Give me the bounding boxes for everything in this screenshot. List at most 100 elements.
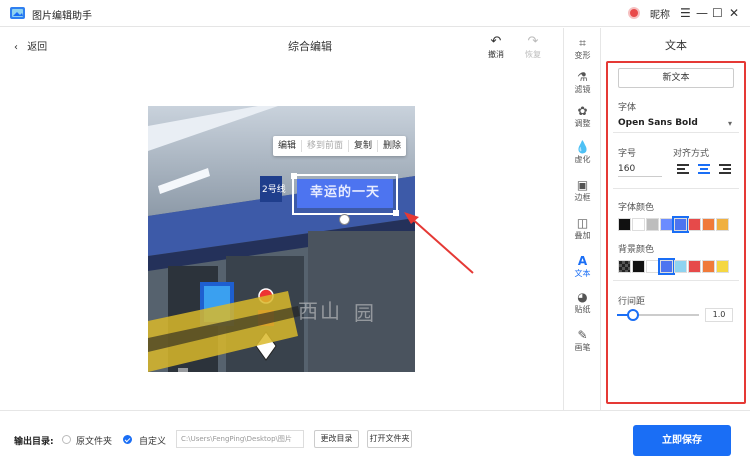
line-spacing-input[interactable]: 1.0: [705, 308, 733, 322]
font-color-swatches: [618, 216, 729, 233]
line-spacing-label: 行间距: [618, 297, 646, 307]
text-settings-panel: 文本 新文本 字体 Open Sans Bold ▾ 字号 对齐方式 160 字…: [600, 28, 750, 410]
back-button[interactable]: ‹ 返回: [14, 38, 47, 53]
back-label: 返回: [27, 42, 48, 53]
panel-title: 文本: [665, 39, 687, 52]
tool-label: 叠加: [574, 231, 591, 240]
border-icon: ▣: [576, 178, 589, 192]
font-size-input[interactable]: 160: [618, 164, 662, 177]
svg-text:园: 园: [354, 301, 374, 325]
font-color-swatch[interactable]: [702, 218, 715, 231]
text-overlay[interactable]: 幸运的一天: [297, 179, 393, 208]
tool-sticker[interactable]: ◕ 贴纸: [564, 290, 601, 315]
radio-original-folder[interactable]: [62, 435, 71, 444]
bg-color-swatch[interactable]: [658, 258, 675, 275]
text-context-menu: 编辑 移到前面 复制 删除: [273, 136, 407, 156]
change-dir-button[interactable]: 更改目录: [314, 430, 359, 448]
sticker-icon: ◕: [577, 290, 588, 304]
save-now-button[interactable]: 立即保存: [633, 425, 731, 456]
crop-icon: ⌗: [579, 36, 586, 50]
tool-label: 滤镜: [574, 85, 591, 94]
tool-blur[interactable]: 💧 虚化: [564, 140, 601, 165]
tool-filter[interactable]: ⚗ 滤镜: [564, 70, 601, 95]
tool-border[interactable]: ▣ 边框: [564, 178, 601, 203]
font-color-swatch[interactable]: [716, 218, 729, 231]
font-label: 字体: [618, 103, 637, 113]
maximize-button[interactable]: ☐: [712, 4, 723, 22]
bg-color-swatch[interactable]: [688, 260, 701, 273]
line-sign: 2号线: [262, 183, 286, 195]
bring-front-button[interactable]: 移到前面: [302, 140, 350, 152]
radio-custom-folder[interactable]: [123, 435, 132, 444]
text-overlay-box[interactable]: 幸运的一天: [292, 174, 398, 215]
bg-color-label: 背景颜色: [618, 245, 655, 255]
undo-button[interactable]: ↶ 撤消: [481, 35, 511, 60]
menu-icon[interactable]: ☰: [680, 4, 691, 22]
svg-text:西: 西: [298, 299, 318, 323]
bg-color-swatch[interactable]: [632, 260, 645, 273]
bg-color-swatch[interactable]: [716, 260, 729, 273]
radio-custom-label[interactable]: 自定义: [139, 434, 166, 447]
app-title: 图片编辑助手: [32, 11, 92, 22]
bottom-bar: 输出目录: 原文件夹 自定义 C:\Users\FengPing\Desktop…: [0, 410, 750, 465]
open-folder-button[interactable]: 打开文件夹: [367, 430, 412, 448]
redo-icon: ↷: [527, 34, 539, 49]
tool-label: 边框: [574, 193, 591, 202]
font-color-swatch[interactable]: [688, 218, 701, 231]
delete-button[interactable]: 删除: [378, 140, 406, 152]
bg-color-swatch[interactable]: [702, 260, 715, 273]
annotation-arrow: [404, 212, 474, 274]
font-color-swatch[interactable]: [646, 218, 659, 231]
font-color-label: 字体颜色: [618, 203, 655, 213]
title-bar: 图片编辑助手 昵称 ☰ — ☐ ✕: [0, 0, 750, 27]
chevron-down-icon[interactable]: ▾: [728, 119, 732, 128]
align-center-icon[interactable]: [698, 162, 712, 176]
edit-text-button[interactable]: 编辑: [273, 140, 303, 152]
resize-handle-top-left[interactable]: [291, 173, 297, 179]
overlay-icon: ◫: [576, 216, 589, 230]
tool-label: 虚化: [574, 155, 591, 164]
font-color-swatch[interactable]: [618, 218, 631, 231]
align-label: 对齐方式: [673, 149, 710, 159]
font-select[interactable]: Open Sans Bold: [618, 118, 735, 128]
tool-label: 画笔: [574, 343, 591, 352]
bg-color-swatch[interactable]: [674, 260, 687, 273]
new-text-button[interactable]: 新文本: [618, 68, 734, 88]
tool-label: 贴纸: [574, 305, 591, 314]
tool-transform[interactable]: ⌗ 变形: [564, 36, 601, 61]
tool-overlay[interactable]: ◫ 叠加: [564, 216, 601, 241]
bg-color-swatch[interactable]: [646, 260, 659, 273]
bg-color-swatches: [618, 258, 729, 275]
user-name[interactable]: 昵称: [650, 6, 670, 21]
output-path-input[interactable]: C:\Users\FengPing\Desktop\图片: [176, 430, 304, 448]
copy-button[interactable]: 复制: [349, 140, 379, 152]
size-label: 字号: [618, 149, 637, 159]
tool-label: 调整: [574, 119, 591, 128]
adjust-icon: ✿: [577, 104, 588, 118]
align-left-icon[interactable]: [677, 162, 691, 176]
svg-text:山: 山: [320, 299, 340, 323]
blur-icon: 💧: [575, 140, 590, 154]
resize-handle-bottom-right[interactable]: [393, 210, 399, 216]
font-color-swatch[interactable]: [672, 216, 689, 233]
font-color-swatch[interactable]: [660, 218, 673, 231]
avatar[interactable]: [628, 7, 640, 19]
close-button[interactable]: ✕: [729, 4, 739, 22]
tool-brush[interactable]: ✎ 画笔: [564, 328, 601, 353]
bg-color-swatch[interactable]: [618, 260, 631, 273]
tool-text[interactable]: A 文本: [564, 254, 601, 279]
output-dir-label: 输出目录:: [14, 437, 54, 447]
filter-icon: ⚗: [577, 70, 588, 84]
redo-button[interactable]: ↷ 恢复: [518, 35, 548, 60]
radio-original-label[interactable]: 原文件夹: [76, 434, 112, 447]
font-color-swatch[interactable]: [632, 218, 645, 231]
redo-label: 恢复: [525, 50, 541, 59]
rotate-handle[interactable]: [339, 214, 350, 225]
tool-column: ⌗ 变形 ⚗ 滤镜 ✿ 调整 💧 虚化 ▣ 边框 ◫ 叠加 A 文本 ◕ 贴纸 …: [563, 28, 600, 410]
app-logo-icon: [10, 7, 25, 19]
minimize-button[interactable]: —: [696, 4, 708, 22]
tool-label: 文本: [574, 269, 591, 278]
align-right-icon[interactable]: [719, 162, 733, 176]
tool-adjust[interactable]: ✿ 调整: [564, 104, 601, 129]
page-title: 综合编辑: [288, 40, 332, 53]
